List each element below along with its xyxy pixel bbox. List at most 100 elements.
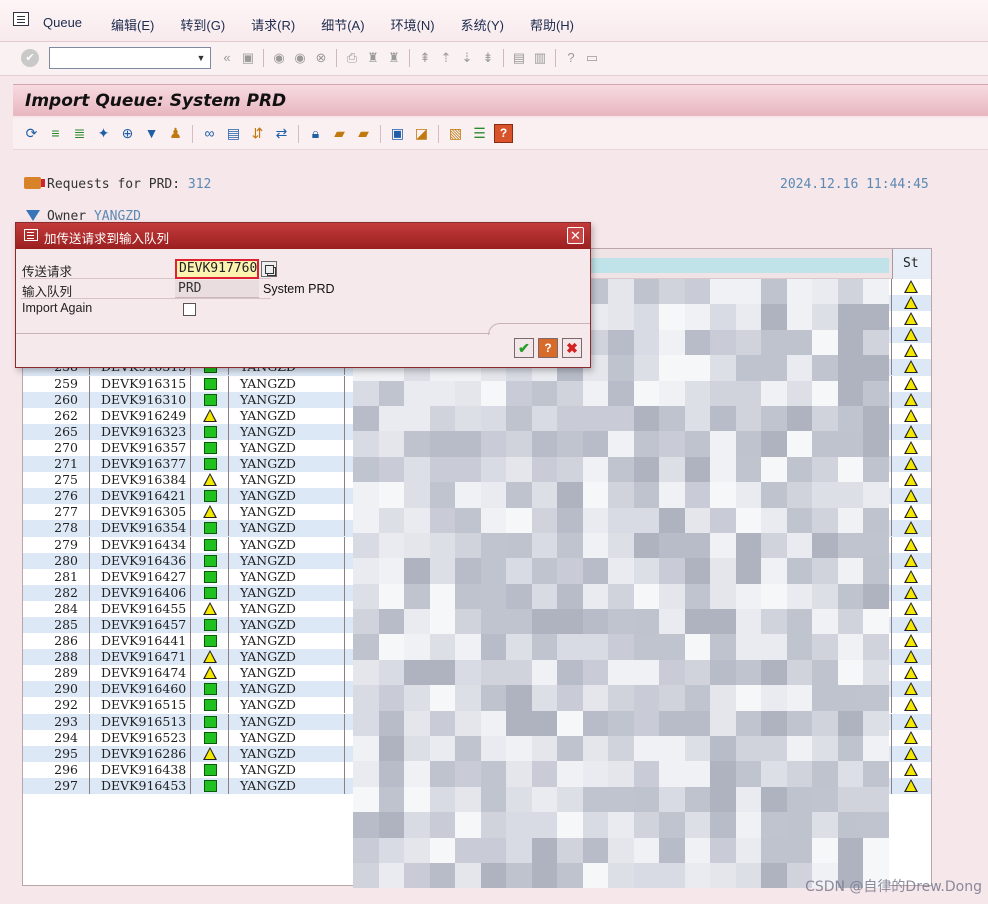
log-icon[interactable]: ▧ [446, 124, 465, 143]
save-icon[interactable]: ▣ [239, 49, 257, 67]
request-id[interactable]: DEVK916453 [90, 777, 191, 794]
layout-icon[interactable]: ▭ [583, 49, 601, 67]
dialog-menu-icon[interactable] [24, 229, 38, 241]
request-id[interactable]: DEVK916305 [90, 504, 191, 521]
menu-item[interactable]: 请求(R) [251, 15, 295, 34]
request-id[interactable]: DEVK916515 [90, 697, 191, 714]
request-id[interactable]: DEVK916523 [90, 729, 191, 746]
glasses-icon[interactable]: ∞ [200, 124, 219, 143]
request-id[interactable]: DEVK916471 [90, 649, 191, 666]
separator [380, 124, 381, 143]
row-number: 296 [23, 761, 90, 778]
truck-icon[interactable]: ▰ [330, 124, 349, 143]
menu-item[interactable]: 编辑(E) [111, 15, 154, 34]
first-page-icon[interactable]: ⇞ [416, 49, 434, 67]
select-icon[interactable]: ✦ [94, 124, 113, 143]
request-id[interactable]: DEVK916357 [90, 439, 191, 456]
zoom-icon[interactable]: ⊕ [118, 124, 137, 143]
menu-item[interactable]: Queue [43, 15, 82, 34]
menu-item[interactable]: 细节(A) [321, 15, 364, 34]
refresh-icon[interactable]: ⟳ [22, 124, 41, 143]
transport-icon[interactable]: ⇄ [272, 124, 291, 143]
new-session-icon[interactable]: ▤ [510, 49, 528, 67]
owner-cell: YANGZD [229, 488, 345, 505]
status-cell [191, 633, 229, 650]
request-id[interactable]: DEVK916384 [90, 472, 191, 489]
enter-icon[interactable]: ✔ [21, 49, 39, 67]
st-cell [892, 553, 931, 569]
status-cell [191, 407, 229, 424]
request-id[interactable]: DEVK916406 [90, 584, 191, 601]
confirm-button[interactable]: ✔ [514, 338, 534, 358]
cancel-button[interactable]: ✖ [562, 338, 582, 358]
command-field[interactable]: ▼ [49, 47, 211, 69]
chevron-down-icon[interactable]: ▼ [192, 48, 210, 68]
help-icon[interactable]: ? [562, 49, 580, 67]
owner-cell: YANGZD [229, 504, 345, 521]
back-icon[interactable]: « [218, 49, 236, 67]
request-id[interactable]: DEVK916427 [90, 568, 191, 585]
request-id[interactable]: DEVK916460 [90, 681, 191, 698]
request-id[interactable]: DEVK916513 [90, 713, 191, 730]
find-next-icon[interactable]: ♜ [385, 49, 403, 67]
import-icon[interactable]: ⇵ [248, 124, 267, 143]
history-icon[interactable]: ◪ [412, 124, 431, 143]
print-icon[interactable]: ⎙ [343, 49, 361, 67]
request-id[interactable]: DEVK916286 [90, 745, 191, 762]
find-icon[interactable]: ♜ [364, 49, 382, 67]
st-cell [892, 778, 931, 794]
request-id[interactable]: DEVK916438 [90, 761, 191, 778]
list-icon[interactable]: ☰ [470, 124, 489, 143]
st-cell [892, 440, 931, 456]
funnel-icon[interactable]: ▼ [142, 124, 161, 143]
lock-icon[interactable]: 🔒︎ [306, 124, 325, 143]
menu-item[interactable]: 转到(G) [180, 15, 225, 34]
next-page-icon[interactable]: ⇣ [458, 49, 476, 67]
column-header-st[interactable]: St [892, 249, 931, 279]
request-id[interactable]: DEVK916354 [90, 520, 191, 537]
close-icon[interactable]: ✕ [567, 227, 584, 244]
menu-item[interactable]: 帮助(H) [530, 15, 574, 34]
sort-icon[interactable]: ≣ [70, 124, 89, 143]
warning-triangle-icon [203, 408, 217, 422]
request-id[interactable]: DEVK916421 [90, 488, 191, 505]
help-button[interactable]: ? [538, 338, 558, 358]
request-id[interactable]: DEVK916323 [90, 423, 191, 440]
shortcut-icon[interactable]: ▥ [531, 49, 549, 67]
import-again-checkbox[interactable] [183, 303, 196, 316]
warning-triangle-icon [904, 312, 918, 326]
request-id[interactable]: DEVK916315 [90, 375, 191, 392]
request-id[interactable]: DEVK916436 [90, 552, 191, 569]
owner-cell: YANGZD [229, 391, 345, 408]
menu-item[interactable]: 环境(N) [391, 15, 435, 34]
st-cell [892, 311, 931, 327]
command-input[interactable] [50, 48, 192, 68]
request-id[interactable]: DEVK916457 [90, 616, 191, 633]
request-id[interactable]: DEVK916310 [90, 391, 191, 408]
request-id[interactable]: DEVK916249 [90, 407, 191, 424]
prev-page-icon[interactable]: ⇡ [437, 49, 455, 67]
st-cell [892, 617, 931, 633]
monitor-icon[interactable]: ▣ [388, 124, 407, 143]
status-ok-icon [204, 570, 217, 583]
last-page-icon[interactable]: ⇟ [479, 49, 497, 67]
divider [16, 333, 490, 334]
document-icon[interactable]: ▤ [224, 124, 243, 143]
filter-icon[interactable]: ≡ [46, 124, 65, 143]
exit-icon[interactable]: ◉ [291, 49, 309, 67]
help-icon[interactable]: ? [494, 124, 513, 143]
request-id[interactable]: DEVK916434 [90, 536, 191, 553]
multiple-selection-icon[interactable] [261, 261, 277, 277]
request-id[interactable]: DEVK916455 [90, 600, 191, 617]
request-id[interactable]: DEVK916377 [90, 456, 191, 473]
cancel-icon[interactable]: ⊗ [312, 49, 330, 67]
window-menu-icon[interactable] [13, 12, 29, 26]
warning-triangle-icon [904, 746, 918, 760]
request-id[interactable]: DEVK916474 [90, 665, 191, 682]
truck-add-icon[interactable]: ▰ [354, 124, 373, 143]
menu-item[interactable]: 系统(Y) [461, 15, 504, 34]
settings-icon[interactable]: ♟ [166, 124, 185, 143]
request-input[interactable]: DEVK917760 [175, 259, 259, 279]
back-nav-icon[interactable]: ◉ [270, 49, 288, 67]
request-id[interactable]: DEVK916441 [90, 633, 191, 650]
